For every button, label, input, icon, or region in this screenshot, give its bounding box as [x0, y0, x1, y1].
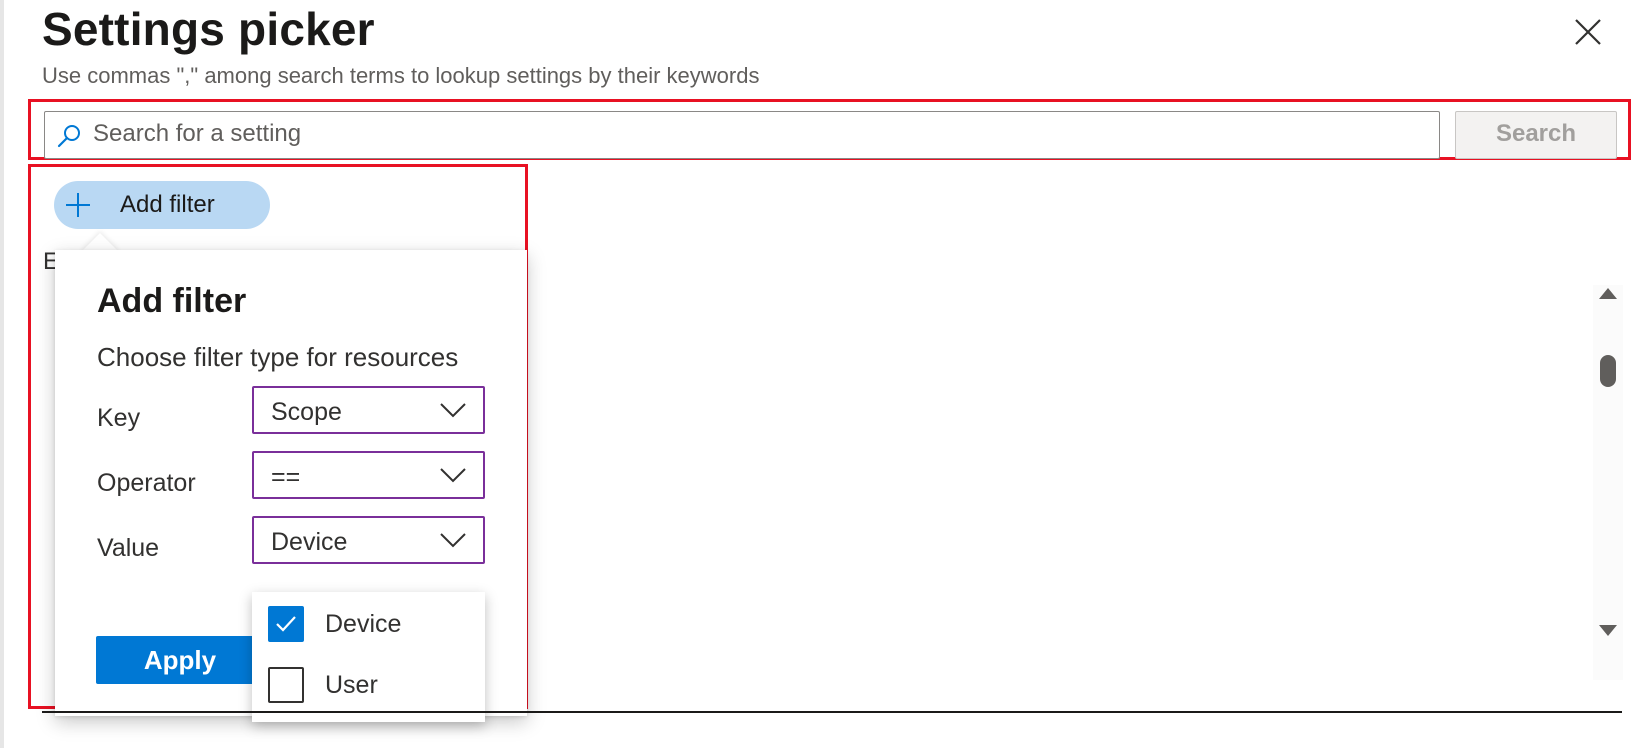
results-divider — [42, 711, 1622, 713]
panel-left-edge — [0, 0, 4, 748]
chevron-down-icon — [440, 403, 466, 418]
key-dropdown-value: Scope — [271, 398, 342, 426]
value-option-label: Device — [325, 610, 402, 638]
apply-button[interactable]: Apply — [96, 636, 264, 684]
callout-description: Choose filter type for resources — [97, 342, 459, 372]
value-options-menu: Device User — [252, 592, 485, 722]
scrollbar-thumb[interactable] — [1600, 355, 1616, 387]
chevron-down-icon — [440, 533, 466, 548]
value-dropdown[interactable]: Device — [252, 516, 485, 564]
value-option-label: User — [325, 671, 378, 699]
callout-title: Add filter — [97, 282, 247, 320]
value-option-user[interactable]: User — [252, 655, 485, 715]
close-icon — [1575, 19, 1601, 45]
user-checkbox[interactable] — [268, 667, 304, 703]
add-filter-button[interactable]: Add filter — [54, 181, 270, 229]
value-label: Value — [97, 534, 160, 562]
add-filter-label: Add filter — [120, 191, 215, 218]
results-scrollbar[interactable] — [1593, 285, 1623, 680]
search-input[interactable] — [93, 114, 1423, 154]
add-filter-callout: Add filter Choose filter type for resour… — [55, 250, 527, 722]
device-checkbox[interactable] — [268, 606, 304, 642]
plus-icon — [66, 193, 90, 217]
search-box[interactable] — [44, 111, 1440, 159]
operator-dropdown-value: == — [271, 463, 301, 491]
search-button[interactable]: Search — [1455, 111, 1617, 159]
operator-label: Operator — [97, 469, 196, 497]
key-label: Key — [97, 404, 141, 432]
close-button[interactable] — [1568, 12, 1608, 52]
value-dropdown-value: Device — [271, 528, 348, 556]
value-option-device[interactable]: Device — [252, 594, 485, 654]
checkmark-icon — [276, 616, 296, 632]
search-icon — [57, 125, 80, 148]
page-title: Settings picker — [42, 3, 375, 55]
page-subtitle: Use commas "," among search terms to loo… — [42, 63, 760, 88]
key-dropdown[interactable]: Scope — [252, 386, 485, 434]
chevron-down-icon — [440, 468, 466, 483]
operator-dropdown[interactable]: == — [252, 451, 485, 499]
